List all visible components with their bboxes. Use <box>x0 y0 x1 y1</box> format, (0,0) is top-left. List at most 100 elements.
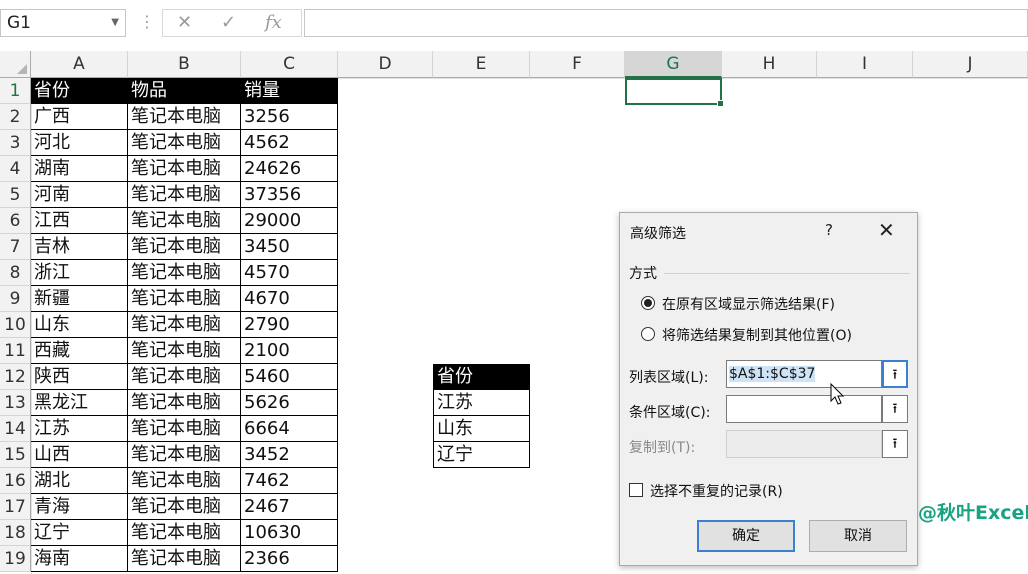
column-header-d[interactable]: D <box>338 51 433 78</box>
table-cell[interactable]: 西藏 <box>31 338 128 364</box>
criteria-range-collapse-button[interactable]: ⭱ <box>882 395 908 423</box>
criteria-header-cell[interactable]: 省份 <box>433 364 530 390</box>
table-cell[interactable]: 7462 <box>241 468 338 494</box>
row-header-14[interactable]: 14 <box>0 416 31 442</box>
table-cell[interactable]: 笔记本电脑 <box>128 416 241 442</box>
row-header-13[interactable]: 13 <box>0 390 31 416</box>
table-cell[interactable]: 笔记本电脑 <box>128 130 241 156</box>
table-cell[interactable]: 海南 <box>31 546 128 572</box>
table-cell[interactable]: 24626 <box>241 156 338 182</box>
column-header-g[interactable]: G <box>625 51 722 78</box>
row-header-8[interactable]: 8 <box>0 260 31 286</box>
table-cell[interactable]: 河南 <box>31 182 128 208</box>
table-cell[interactable]: 江西 <box>31 208 128 234</box>
table-cell[interactable]: 河北 <box>31 130 128 156</box>
table-cell[interactable]: 笔记本电脑 <box>128 338 241 364</box>
table-cell[interactable]: 37356 <box>241 182 338 208</box>
row-header-4[interactable]: 4 <box>0 156 31 182</box>
row-header-15[interactable]: 15 <box>0 442 31 468</box>
table-cell[interactable]: 陕西 <box>31 364 128 390</box>
table-cell[interactable]: 4562 <box>241 130 338 156</box>
table-cell[interactable]: 10630 <box>241 520 338 546</box>
unique-records-checkbox[interactable] <box>629 483 643 497</box>
fx-icon[interactable]: fx <box>265 12 282 33</box>
row-header-18[interactable]: 18 <box>0 520 31 546</box>
table-cell[interactable]: 新疆 <box>31 286 128 312</box>
column-header-j[interactable]: J <box>913 51 1028 78</box>
help-icon[interactable]: ? <box>825 221 833 239</box>
table-cell[interactable]: 笔记本电脑 <box>128 546 241 572</box>
criteria-cell[interactable]: 辽宁 <box>433 442 530 468</box>
table-cell[interactable]: 笔记本电脑 <box>128 208 241 234</box>
table-cell[interactable]: 笔记本电脑 <box>128 442 241 468</box>
row-header-3[interactable]: 3 <box>0 130 31 156</box>
active-cell-g1[interactable] <box>625 78 724 107</box>
column-header-c[interactable]: C <box>241 51 338 78</box>
table-cell[interactable]: 2100 <box>241 338 338 364</box>
table-cell[interactable]: 29000 <box>241 208 338 234</box>
cancel-icon[interactable]: ✕ <box>177 12 192 33</box>
row-header-9[interactable]: 9 <box>0 286 31 312</box>
radio-filter-in-place[interactable] <box>641 296 655 310</box>
column-header-b[interactable]: B <box>128 51 241 78</box>
name-box[interactable]: G1 ▼ <box>0 9 126 37</box>
table-cell[interactable]: 笔记本电脑 <box>128 182 241 208</box>
criteria-cell[interactable]: 江苏 <box>433 390 530 416</box>
table-cell[interactable]: 笔记本电脑 <box>128 312 241 338</box>
enter-icon[interactable]: ✓ <box>221 12 236 33</box>
table-cell[interactable]: 3256 <box>241 104 338 130</box>
close-icon[interactable]: ✕ <box>878 218 895 242</box>
list-range-collapse-button[interactable]: ⭱ <box>882 360 908 388</box>
row-header-5[interactable]: 5 <box>0 182 31 208</box>
radio-copy-to-location-label[interactable]: 将筛选结果复制到其他位置(O) <box>662 325 852 345</box>
chevron-down-icon[interactable]: ▼ <box>111 10 119 36</box>
table-cell[interactable]: 笔记本电脑 <box>128 468 241 494</box>
row-header-17[interactable]: 17 <box>0 494 31 520</box>
table-cell[interactable]: 山西 <box>31 442 128 468</box>
table-cell[interactable]: 笔记本电脑 <box>128 390 241 416</box>
table-header-cell[interactable]: 销量 <box>241 78 338 104</box>
row-header-6[interactable]: 6 <box>0 208 31 234</box>
list-range-input[interactable]: $A$1:$C$37 <box>726 360 882 388</box>
table-cell[interactable]: 2467 <box>241 494 338 520</box>
table-cell[interactable]: 笔记本电脑 <box>128 494 241 520</box>
row-header-2[interactable]: 2 <box>0 104 31 130</box>
table-header-cell[interactable]: 省份 <box>31 78 128 104</box>
cancel-button[interactable]: 取消 <box>809 520 907 552</box>
column-header-f[interactable]: F <box>530 51 625 78</box>
table-cell[interactable]: 笔记本电脑 <box>128 364 241 390</box>
table-cell[interactable]: 山东 <box>31 312 128 338</box>
table-cell[interactable]: 广西 <box>31 104 128 130</box>
row-header-7[interactable]: 7 <box>0 234 31 260</box>
criteria-cell[interactable]: 山东 <box>433 416 530 442</box>
table-cell[interactable]: 笔记本电脑 <box>128 234 241 260</box>
table-cell[interactable]: 笔记本电脑 <box>128 104 241 130</box>
column-header-a[interactable]: A <box>31 51 128 78</box>
radio-copy-to-location[interactable] <box>641 327 655 341</box>
formula-input[interactable] <box>304 9 1028 37</box>
row-header-10[interactable]: 10 <box>0 312 31 338</box>
table-cell[interactable]: 笔记本电脑 <box>128 286 241 312</box>
table-cell[interactable]: 5626 <box>241 390 338 416</box>
table-cell[interactable]: 黑龙江 <box>31 390 128 416</box>
table-cell[interactable]: 吉林 <box>31 234 128 260</box>
criteria-range-input[interactable] <box>726 395 882 423</box>
table-cell[interactable]: 3450 <box>241 234 338 260</box>
row-header-16[interactable]: 16 <box>0 468 31 494</box>
table-cell[interactable]: 5460 <box>241 364 338 390</box>
row-header-11[interactable]: 11 <box>0 338 31 364</box>
row-header-1[interactable]: 1 <box>0 78 31 104</box>
table-cell[interactable]: 4570 <box>241 260 338 286</box>
table-header-cell[interactable]: 物品 <box>128 78 241 104</box>
table-cell[interactable]: 6664 <box>241 416 338 442</box>
table-cell[interactable]: 浙江 <box>31 260 128 286</box>
table-cell[interactable]: 3452 <box>241 442 338 468</box>
table-cell[interactable]: 笔记本电脑 <box>128 260 241 286</box>
table-cell[interactable]: 青海 <box>31 494 128 520</box>
table-cell[interactable]: 江苏 <box>31 416 128 442</box>
table-cell[interactable]: 湖北 <box>31 468 128 494</box>
column-header-i[interactable]: I <box>817 51 913 78</box>
table-cell[interactable]: 湖南 <box>31 156 128 182</box>
table-cell[interactable]: 笔记本电脑 <box>128 520 241 546</box>
table-cell[interactable]: 辽宁 <box>31 520 128 546</box>
